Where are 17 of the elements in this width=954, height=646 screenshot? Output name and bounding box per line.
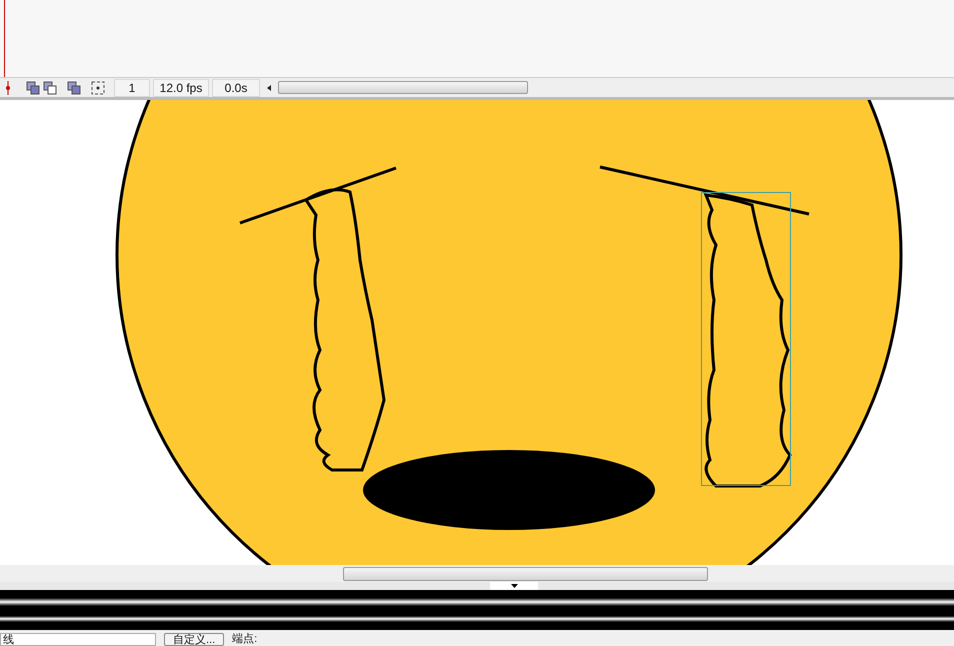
- stroke-style-field[interactable]: 线: [0, 633, 156, 646]
- custom-button[interactable]: 自定义...: [164, 633, 224, 646]
- horizontal-scrollbar[interactable]: [278, 81, 528, 94]
- onion-markers-icon[interactable]: [91, 80, 105, 94]
- frame-number: 1: [114, 78, 150, 96]
- horizontal-scrollbar[interactable]: [343, 566, 708, 580]
- selection-box[interactable]: [701, 192, 791, 486]
- elapsed-time: 0.0s: [212, 78, 260, 96]
- onion-marker-icon[interactable]: [4, 80, 12, 94]
- frame-rate: 12.0 fps: [153, 78, 209, 96]
- onion-skin-icon[interactable]: [26, 80, 40, 94]
- collapse-panel-button[interactable]: [490, 582, 538, 590]
- scroll-left-icon[interactable]: [267, 84, 271, 90]
- edit-frames-icon[interactable]: [67, 80, 81, 94]
- onion-outline-icon[interactable]: [43, 80, 57, 94]
- caret-icon: [510, 584, 518, 588]
- cap-label: 端点:: [232, 634, 258, 646]
